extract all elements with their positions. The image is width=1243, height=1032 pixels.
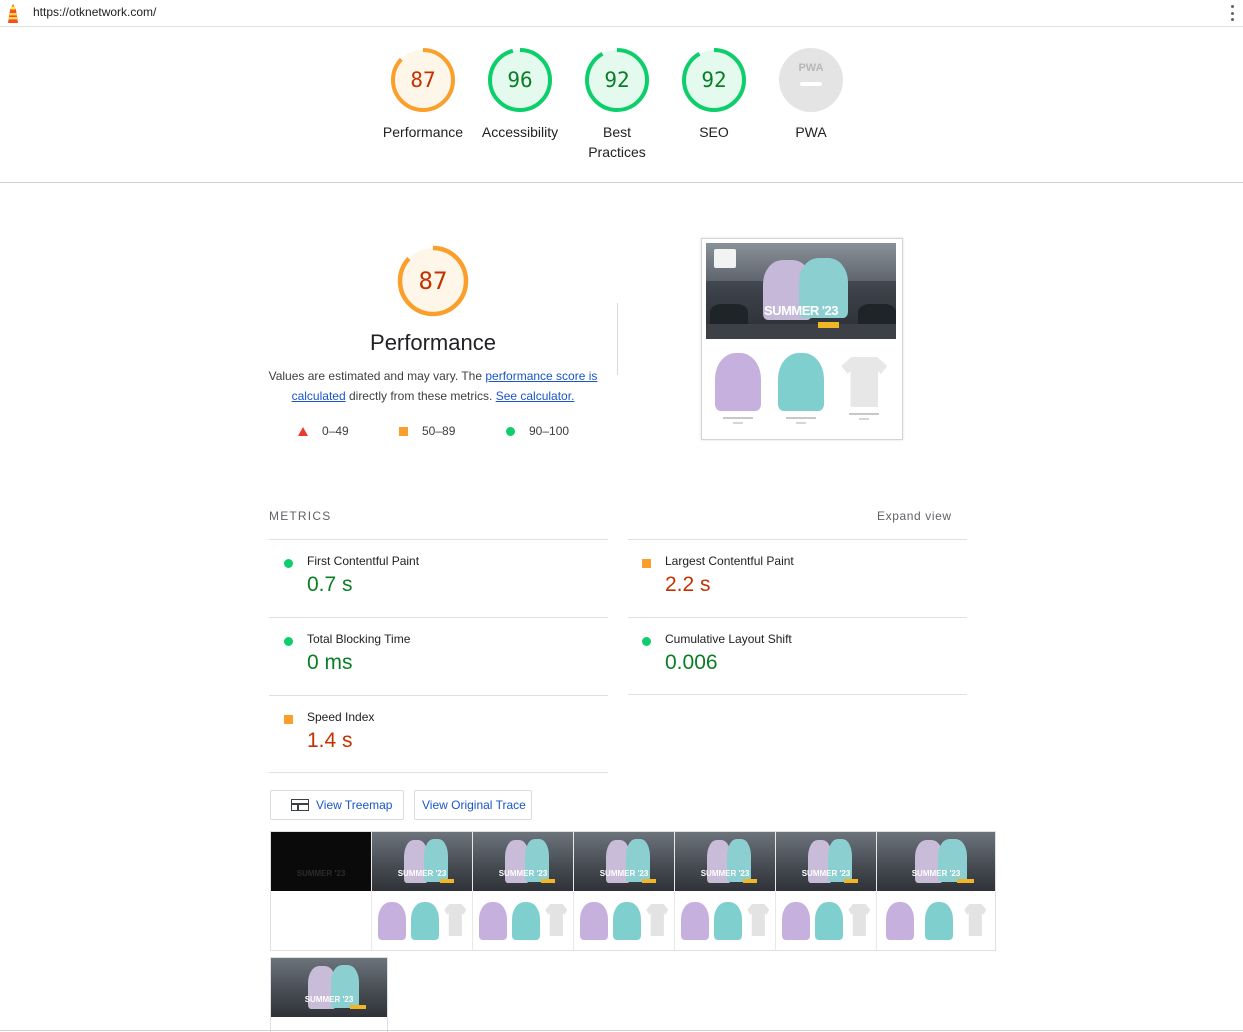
performance-gauge: 87 [396, 244, 470, 318]
average-square-icon [284, 715, 293, 724]
gauge-ring: 87 [389, 46, 457, 114]
legend-pass: 90–100 [506, 424, 569, 438]
expand-view-toggle[interactable]: Expand view [877, 509, 952, 523]
performance-score: 87 [418, 267, 448, 295]
gauge-ring: 92 [583, 46, 651, 114]
metric-value: 2.2 s [665, 573, 711, 596]
treemap-icon [291, 799, 309, 811]
brand-logo-icon [713, 248, 737, 268]
filmstrip-frame: SUMMER '23 [675, 832, 776, 950]
metric-name: Cumulative Layout Shift [665, 632, 792, 646]
average-square-icon [642, 559, 651, 568]
view-treemap-button[interactable]: View Treemap [270, 790, 404, 820]
filmstrip-frame: SUMMER '23 [877, 832, 995, 950]
header-divider [0, 182, 1243, 183]
filmstrip-frame: SUMMER '23 [271, 832, 372, 950]
more-options-icon[interactable] [1228, 3, 1236, 23]
gauge-score: 87 [410, 68, 436, 92]
metric-value: 0.006 [665, 651, 718, 674]
metric-value: 1.4 s [307, 729, 353, 752]
lighthouse-logo-icon [8, 4, 18, 23]
gauge-best-practices[interactable]: 92 Best Practices [569, 46, 665, 162]
screenshot-products [706, 343, 896, 435]
metric-name: Total Blocking Time [307, 632, 411, 646]
gauge-accessibility[interactable]: 96 Accessibility [472, 46, 568, 142]
metric-divider [269, 695, 608, 696]
view-original-trace-button[interactable]: View Original Trace [414, 790, 532, 820]
see-calculator-link[interactable]: See calculator. [496, 389, 575, 403]
filmstrip-frame: SUMMER '23 [473, 832, 574, 950]
gauge-seo[interactable]: 92 SEO [666, 46, 762, 142]
circle-icon [506, 426, 515, 436]
gauge-label: Accessibility [481, 124, 559, 140]
gauge-label: PWA [795, 124, 827, 140]
triangle-icon [298, 426, 308, 436]
performance-title: Performance [370, 330, 496, 355]
section-divider [617, 303, 618, 375]
filmstrip: SUMMER '23 SUMMER '23 SUMMER '23 SUMMER … [270, 831, 996, 951]
category-gauges: 87 Performance 96 Accessibility 92 Best … [0, 46, 1243, 182]
gauge-label: SEO [699, 124, 729, 140]
legend-fail: 0–49 [298, 424, 349, 438]
gauge-label: Performance [382, 124, 464, 140]
filmstrip-frame: SUMMER '23 [270, 957, 388, 1032]
pass-circle-icon [642, 637, 651, 646]
bottom-divider [0, 1030, 1243, 1031]
metric-name: Speed Index [307, 710, 375, 724]
filmstrip-frame: SUMMER '23 [372, 832, 473, 950]
final-screenshot[interactable]: SUMMER '23 [701, 238, 903, 440]
filmstrip-frame: SUMMER '23 [574, 832, 675, 950]
product-card [841, 343, 888, 420]
product-card [714, 343, 761, 424]
screenshot-hero-image: SUMMER '23 [706, 243, 896, 339]
gauge-score: 96 [507, 68, 533, 92]
product-card [777, 343, 824, 424]
svg-text:PWA: PWA [798, 62, 823, 74]
pwa-badge-icon: PWA [777, 46, 845, 114]
mint-hoodie-icon [777, 353, 824, 411]
metric-divider [628, 617, 967, 618]
gauge-ring: 96 [486, 46, 554, 114]
gauge-score: 92 [701, 68, 727, 92]
metric-divider [628, 539, 967, 540]
metric-divider [269, 539, 608, 540]
square-icon [399, 426, 408, 436]
pass-circle-icon [284, 559, 293, 568]
gauge-pwa[interactable]: PWA PWA [763, 46, 859, 142]
pass-circle-icon [284, 637, 293, 646]
hero-cta [818, 321, 839, 329]
metric-name: First Contentful Paint [307, 554, 420, 568]
legend-average: 50–89 [399, 424, 455, 438]
hero-heading: SUMMER '23 [764, 302, 838, 318]
metrics-heading: METRICS [269, 509, 332, 523]
gauge-score: 92 [604, 68, 630, 92]
gauge-ring: 92 [680, 46, 748, 114]
metric-divider [269, 772, 608, 773]
metric-divider [628, 694, 967, 695]
purple-hoodie-icon [714, 353, 761, 411]
page-url: https://otknetwork.com/ [33, 5, 157, 19]
metric-value: 0 ms [307, 651, 353, 674]
grey-tee-icon [841, 357, 888, 407]
gauge-performance[interactable]: 87 Performance [375, 46, 471, 142]
performance-description: Values are estimated and may vary. The p… [268, 369, 598, 403]
metric-divider [269, 617, 608, 618]
top-bar: https://otknetwork.com/ [0, 0, 1243, 27]
metric-value: 0.7 s [307, 573, 353, 596]
filmstrip-frame: SUMMER '23 [776, 832, 877, 950]
gauge-label: Best Practices [588, 124, 646, 160]
metric-name: Largest Contentful Paint [665, 554, 794, 568]
